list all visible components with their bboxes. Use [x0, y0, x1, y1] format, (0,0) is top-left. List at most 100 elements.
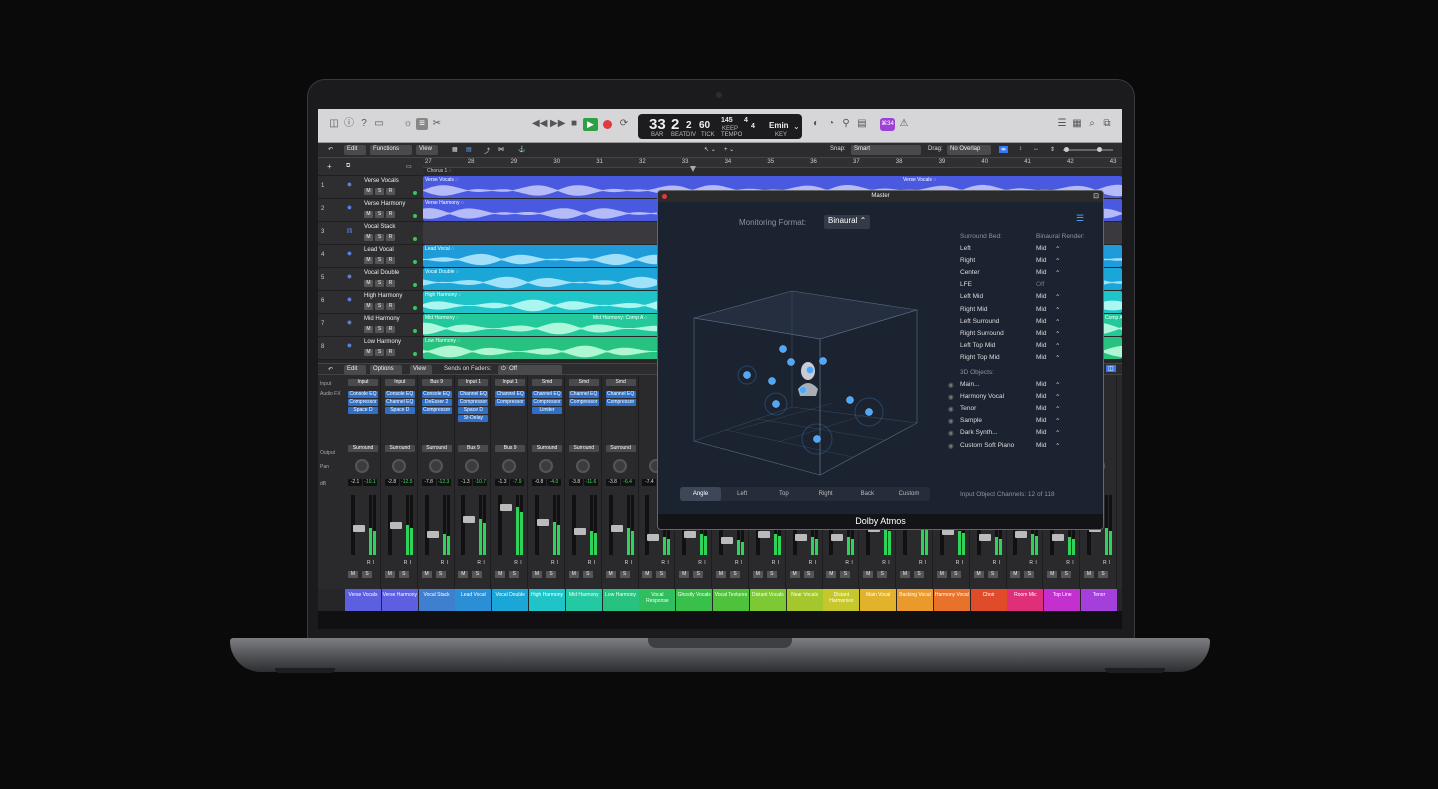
- catch-icon[interactable]: ⚓: [518, 146, 525, 153]
- solo-button[interactable]: S: [950, 571, 961, 578]
- lcd-display[interactable]: 33 2 2 60 BAR BEAT DIV TICK 145 KEEP TEM…: [638, 114, 802, 139]
- view-tab-back[interactable]: Back: [847, 487, 888, 501]
- track-mute-button[interactable]: M: [364, 211, 373, 218]
- bed-render-select[interactable]: Mid: [1036, 269, 1046, 276]
- mute-button[interactable]: M: [973, 571, 984, 578]
- snap-select[interactable]: Smart: [851, 145, 921, 155]
- track-record-button[interactable]: R: [386, 326, 395, 333]
- audio-fx-slot[interactable]: St-Delay: [458, 415, 489, 422]
- track-mute-button[interactable]: M: [364, 188, 373, 195]
- stepper-icon[interactable]: ⌃: [1055, 381, 1060, 389]
- input-slot[interactable]: Smd: [568, 379, 599, 386]
- info-icon[interactable]: ⓘ: [343, 118, 355, 130]
- zoom-slider[interactable]: [1063, 149, 1113, 151]
- solo-button[interactable]: S: [1061, 571, 1072, 578]
- play-button[interactable]: ▶: [583, 118, 598, 131]
- object-render-select[interactable]: Mid: [1036, 442, 1046, 449]
- audio-fx-slot[interactable]: Compressor: [495, 399, 526, 406]
- audio-fx-slot[interactable]: Space D: [348, 407, 378, 414]
- solo-button[interactable]: S: [656, 571, 667, 578]
- channel-name[interactable]: Choir: [970, 589, 1007, 611]
- track-header[interactable]: 4 ● Lead Vocal M S R: [318, 245, 423, 268]
- mute-button[interactable]: M: [348, 571, 358, 578]
- visibility-icon[interactable]: ◉: [948, 442, 954, 450]
- output-slot[interactable]: Surround: [568, 445, 599, 452]
- editors-icon[interactable]: ✂: [431, 118, 443, 130]
- solo-button[interactable]: S: [877, 571, 888, 578]
- toolbar-icon[interactable]: ▭: [373, 118, 385, 130]
- pointer-tool-icon[interactable]: ↖ ⌄: [704, 146, 716, 153]
- marquee-tool-icon[interactable]: + ⌄: [724, 146, 734, 153]
- volume-fader[interactable]: [571, 495, 586, 555]
- solo-button[interactable]: S: [509, 571, 520, 578]
- back-icon[interactable]: ↶: [328, 146, 333, 153]
- stepper-icon[interactable]: ⌃: [1055, 405, 1060, 413]
- track-mute-button[interactable]: M: [364, 234, 373, 241]
- audio-fx-slot[interactable]: Compressor: [532, 399, 562, 406]
- track-header[interactable]: 1 ● Verse Vocals M S R: [318, 176, 423, 199]
- fader-cap[interactable]: [353, 525, 365, 532]
- fader-cap[interactable]: [757, 531, 770, 538]
- volume-fader[interactable]: [351, 495, 365, 555]
- track-mute-button[interactable]: M: [364, 326, 373, 333]
- visibility-icon[interactable]: ◉: [948, 417, 954, 425]
- output-slot[interactable]: Surround: [532, 445, 562, 452]
- track-record-button[interactable]: R: [386, 211, 395, 218]
- visibility-icon[interactable]: ◉: [948, 429, 954, 437]
- track-header[interactable]: 6 ● High Harmony M S R: [318, 291, 423, 314]
- mute-button[interactable]: M: [752, 571, 763, 578]
- audio-fx-slot[interactable]: Channel EQ: [495, 391, 526, 398]
- mute-button[interactable]: M: [532, 571, 542, 578]
- input-slot[interactable]: Smd: [605, 379, 636, 386]
- audio-fx-slot[interactable]: Compressor: [568, 399, 599, 406]
- output-slot[interactable]: Bus 9: [495, 445, 526, 452]
- volume-fader[interactable]: [387, 495, 402, 555]
- track-solo-button[interactable]: S: [375, 211, 384, 218]
- bed-render-select[interactable]: Mid: [1036, 245, 1046, 252]
- fader-cap[interactable]: [794, 534, 807, 541]
- pan-knob[interactable]: [355, 459, 369, 473]
- volume-fader[interactable]: [608, 495, 623, 555]
- volume-fader[interactable]: [645, 495, 660, 555]
- input-slot[interactable]: Input 1: [495, 379, 526, 386]
- duplicate-track-icon[interactable]: ⧉: [346, 163, 350, 170]
- object-render-select[interactable]: Mid: [1036, 429, 1046, 436]
- global-tracks-icon[interactable]: ▭: [406, 163, 412, 170]
- fader-cap[interactable]: [721, 537, 733, 544]
- mute-button[interactable]: M: [495, 571, 506, 578]
- audio-fx-slot[interactable]: Console EQ: [421, 391, 452, 398]
- solo-button[interactable]: S: [840, 571, 851, 578]
- track-header[interactable]: 8 ● Low Harmony M S R: [318, 337, 423, 360]
- solo-button[interactable]: S: [1098, 571, 1108, 578]
- solo-button[interactable]: S: [987, 571, 998, 578]
- list-icon[interactable]: ☰: [1076, 213, 1084, 224]
- mixer-back-icon[interactable]: ↶: [328, 366, 333, 373]
- output-slot[interactable]: Bus 9: [458, 445, 489, 452]
- stepper-icon[interactable]: ⌃: [1055, 429, 1060, 437]
- channel-name[interactable]: Backing Vocal: [897, 589, 933, 611]
- fast-forward-icon[interactable]: ▶▶: [550, 118, 565, 130]
- count-in-icon[interactable]: ◔: [825, 118, 837, 130]
- browser-icon[interactable]: ⧉: [1101, 118, 1113, 130]
- input-slot[interactable]: Input: [348, 379, 378, 386]
- pan-knob[interactable]: [465, 459, 480, 473]
- stepper-icon[interactable]: ⌃: [1055, 318, 1060, 326]
- automation-icon[interactable]: ⤴: [484, 146, 490, 155]
- solo-button[interactable]: S: [619, 571, 630, 578]
- metronome-icon[interactable]: ⚲: [840, 118, 852, 130]
- pan-knob[interactable]: [428, 459, 443, 473]
- mixer-view-menu[interactable]: View: [410, 365, 432, 375]
- bed-render-select[interactable]: Mid: [1036, 318, 1046, 325]
- help-icon[interactable]: ?: [358, 118, 370, 130]
- audio-fx-slot[interactable]: Channel EQ: [605, 391, 636, 398]
- list-icon[interactable]: ☰: [1056, 118, 1068, 130]
- waveform-zoom-icon[interactable]: ⇹: [999, 146, 1009, 153]
- audio-fx-slot[interactable]: Channel EQ: [458, 391, 489, 398]
- stepper-icon[interactable]: ⌃: [1055, 342, 1060, 350]
- track-solo-button[interactable]: S: [375, 234, 384, 241]
- pan-knob[interactable]: [391, 459, 406, 473]
- record-button[interactable]: [603, 120, 612, 129]
- audio-fx-slot[interactable]: Compressor: [421, 407, 452, 414]
- list-editor-icon[interactable]: ▤: [856, 118, 868, 130]
- solo-button[interactable]: S: [582, 571, 593, 578]
